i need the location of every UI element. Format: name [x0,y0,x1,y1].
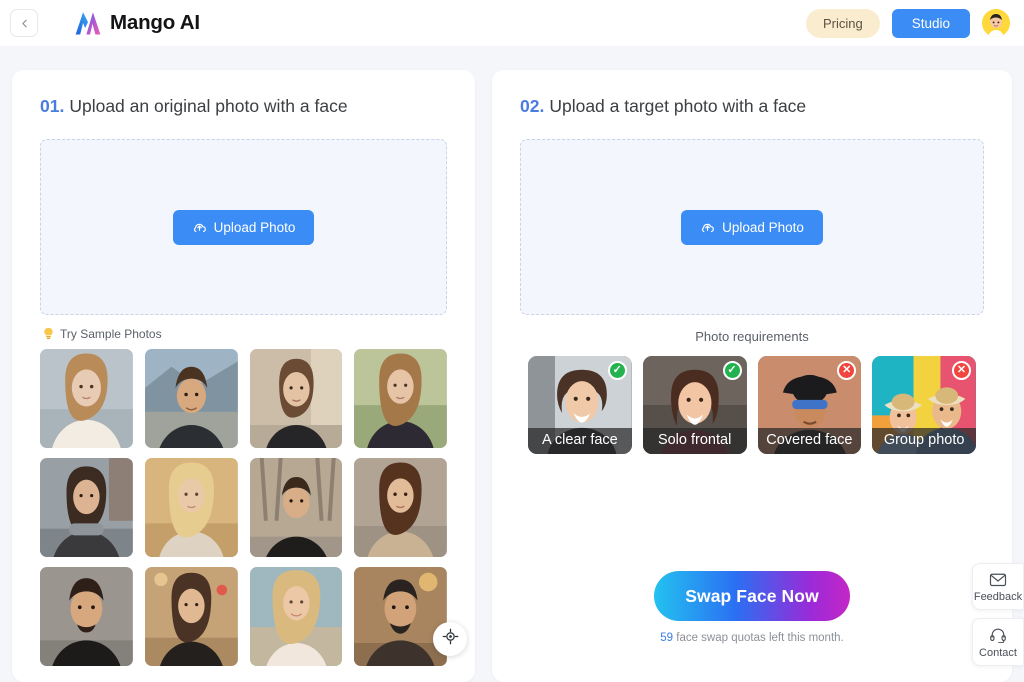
sample-photo[interactable] [40,349,133,448]
photo-requirements-title: Photo requirements [695,329,809,344]
mango-ai-logo [74,10,102,36]
sample-photos-label: Try Sample Photos [60,327,162,341]
step-1-title: 01. Upload an original photo with a face [40,96,447,117]
sample-photo[interactable] [144,458,238,557]
requirement-card: ✓ Solo frontal [642,356,747,454]
cross-icon: ✕ [952,361,971,380]
upload-target-button[interactable]: Upload Photo [681,209,823,245]
check-icon: ✓ [722,361,742,380]
brand-name: Mango AI [110,11,200,34]
sample-photo[interactable] [40,458,133,557]
sample-photo-grid [40,349,447,666]
step-1-number: 01. [40,96,65,116]
app-header: Mango AI Pricing Studio [0,0,1024,46]
back-button[interactable] [10,9,38,37]
envelope-icon [989,572,1007,587]
sample-photo[interactable] [144,349,238,448]
quota-count: 59 [660,632,674,644]
requirement-label: Covered face [757,428,862,454]
sample-photo[interactable] [144,567,238,666]
requirement-card: ✕ Group photo [872,356,976,454]
lightbulb-icon [42,327,55,341]
photo-requirements-grid: ✓ A clear face ✓ Solo frontal ✕ Covered … [520,356,984,454]
feedback-button[interactable]: Feedback [972,563,1024,610]
contact-label: Contact [979,647,1017,659]
swap-cta: Swap Face Now 59 face swap quotas left t… [492,571,1012,644]
check-icon: ✓ [607,361,627,380]
requirement-label: Group photo [872,428,976,454]
sample-photo[interactable] [354,349,447,448]
sample-photos-header: Try Sample Photos [42,327,447,341]
headset-icon [989,627,1007,643]
quota-status: 59 face swap quotas left this month. [492,632,1012,644]
swap-face-now-button[interactable]: Swap Face Now [654,571,850,621]
step-1-text: Upload an original photo with a face [69,96,348,116]
original-photo-panel: 01. Upload an original photo with a face … [12,70,475,682]
requirement-card: ✓ A clear face [528,356,632,454]
sample-photo[interactable] [249,567,343,666]
step-2-number: 02. [520,96,545,116]
target-dropzone[interactable]: Upload Photo [520,139,984,315]
upload-original-label: Upload Photo [213,219,296,235]
sample-photo[interactable] [354,458,447,557]
upload-target-label: Upload Photo [722,219,804,235]
cloud-upload-icon [700,220,715,235]
sample-photo[interactable] [249,458,343,557]
avatar[interactable] [982,9,1010,37]
main-stage: 01. Upload an original photo with a face … [0,46,1024,682]
upload-original-button[interactable]: Upload Photo [172,209,315,245]
brand[interactable]: Mango AI [74,10,200,36]
chevron-left-icon [18,17,31,30]
sample-photo[interactable] [354,567,447,666]
pricing-button[interactable]: Pricing [805,8,880,38]
cloud-upload-icon [192,220,207,235]
step-2-text: Upload a target photo with a face [549,96,807,116]
requirement-card: ✕ Covered face [757,356,862,454]
detect-face-button[interactable] [433,622,467,656]
quota-text: face swap quotas left this month. [676,632,844,644]
side-rail: Feedback Contact [972,563,1024,666]
requirement-label: A clear face [528,428,632,454]
feedback-label: Feedback [973,591,1023,603]
original-dropzone[interactable]: Upload Photo [40,139,447,315]
target-photo-panel: 02. Upload a target photo with a face Upl… [492,70,1012,682]
contact-button[interactable]: Contact [972,618,1024,666]
target-crosshair-icon [442,628,459,650]
requirement-label: Solo frontal [642,428,747,454]
sample-photo[interactable] [249,349,343,448]
sample-photo[interactable] [40,567,133,666]
step-2-title: 02. Upload a target photo with a face [520,96,984,117]
header-actions: Pricing Studio [805,8,1010,38]
studio-button[interactable]: Studio [891,8,970,38]
